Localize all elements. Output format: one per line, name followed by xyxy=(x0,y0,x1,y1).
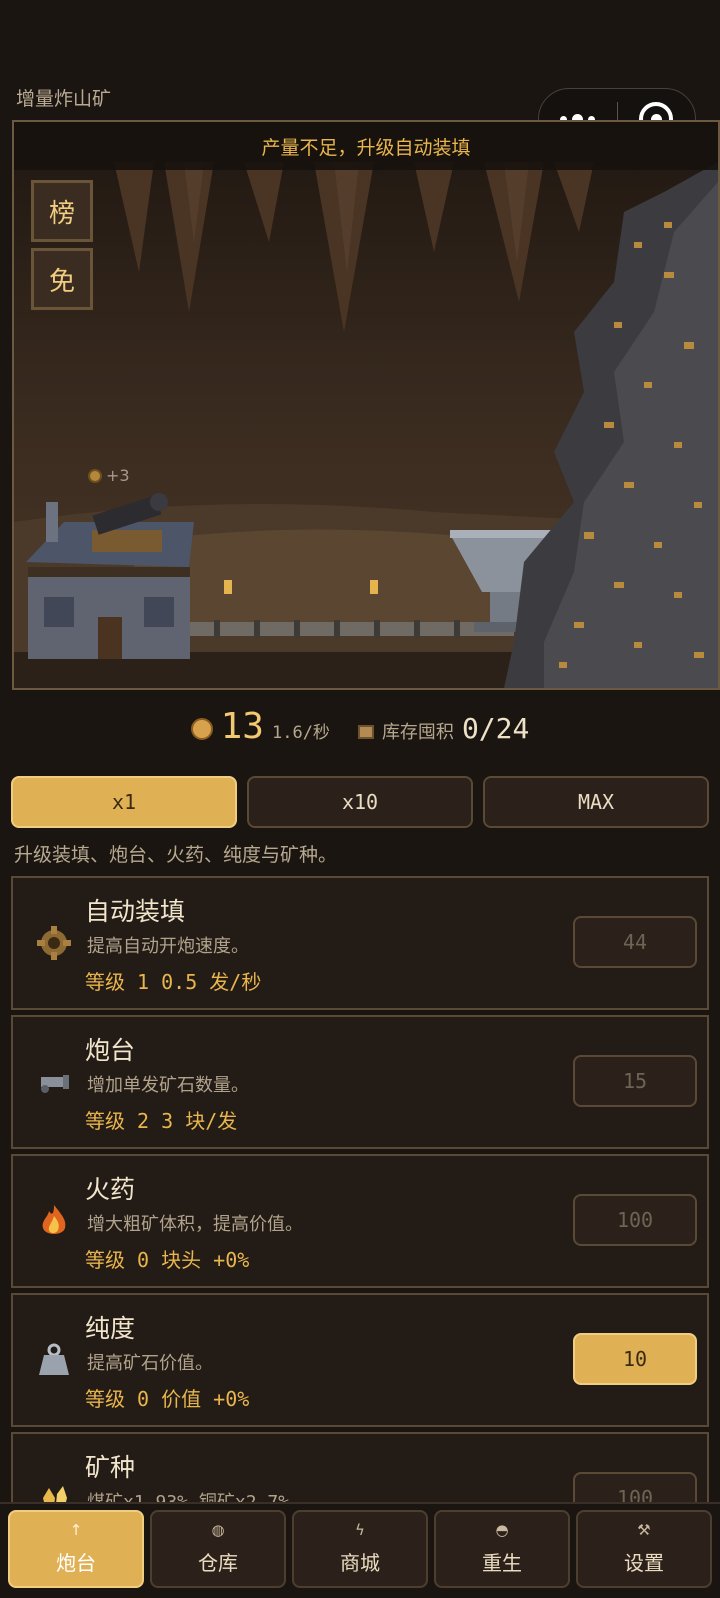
upgrade-level: 等级 0 价值 +0% xyxy=(85,1387,250,1411)
warehouse-icon: ◍ xyxy=(211,1520,225,1539)
tab-warehouse[interactable]: ◍ 仓库 xyxy=(150,1510,286,1588)
coin-icon xyxy=(190,718,213,740)
upgrade-level: 等级 2 3 块/发 xyxy=(85,1109,238,1133)
tab-label: 设置 xyxy=(624,1550,664,1575)
arrow-up-icon: ↑ xyxy=(69,1520,83,1539)
tab-label: 炮台 xyxy=(56,1550,96,1575)
coin-rate: 1.6/秒 xyxy=(271,723,330,743)
tab-label: 商城 xyxy=(340,1550,380,1575)
game-scene[interactable]: 产量不足，升级自动装填 榜 免 +3 xyxy=(12,120,720,690)
multiplier-selector: x1 x10 MAX xyxy=(11,776,709,828)
leaderboard-button[interactable]: 榜 xyxy=(31,180,93,242)
upgrade-level: 等级 1 0.5 发/秒 xyxy=(85,970,262,994)
upgrade-buy-button[interactable]: 44 xyxy=(573,916,697,968)
upgrade-name: 矿种 xyxy=(85,1453,136,1482)
upgrade-card-purity: 纯度 提高矿石价值。 等级 0 价值 +0% 10 xyxy=(11,1293,709,1427)
free-button[interactable]: 免 xyxy=(31,248,93,310)
upgrade-desc: 增加单发矿石数量。 xyxy=(87,1075,249,1096)
coin-gain-popup: +3 xyxy=(88,466,130,485)
upgrade-card-cannon: 炮台 增加单发矿石数量。 等级 2 3 块/发 15 xyxy=(11,1015,709,1149)
cave-illustration xyxy=(14,122,718,688)
multiplier-x10-button[interactable]: x10 xyxy=(247,776,473,828)
coin-gain-text: +3 xyxy=(106,466,130,485)
stock-label: 库存囤积 xyxy=(381,722,454,743)
tab-settings[interactable]: ⚒ 设置 xyxy=(576,1510,712,1588)
upgrade-hint: 升级装填、炮台、火药、纯度与矿种。 xyxy=(14,844,338,866)
stats-bar: 13 1.6/秒 库存囤积 0/24 xyxy=(0,706,720,747)
app-title: 增量炸山矿 xyxy=(16,88,112,110)
upgrade-name: 纯度 xyxy=(85,1314,136,1343)
wrench-icon: ⚒ xyxy=(637,1520,651,1539)
upgrade-buy-button[interactable]: 100 xyxy=(573,1194,697,1246)
multiplier-x1-button[interactable]: x1 xyxy=(11,776,237,828)
tab-label: 重生 xyxy=(482,1550,522,1575)
tab-shop[interactable]: ϟ 商城 xyxy=(292,1510,428,1588)
upgrade-name: 炮台 xyxy=(85,1036,136,1065)
bottom-nav: ↑ 炮台 ◍ 仓库 ϟ 商城 ◓ 重生 ⚒ 设置 xyxy=(0,1502,720,1598)
upgrade-desc: 提高自动开炮速度。 xyxy=(87,936,249,957)
coin-icon xyxy=(88,468,102,483)
upgrade-card-gunpowder: 火药 增大粗矿体积，提高价值。 等级 0 块头 +0% 100 xyxy=(11,1154,709,1288)
upgrade-name: 自动装填 xyxy=(85,897,186,926)
crate-icon xyxy=(357,725,374,739)
upgrade-desc: 提高矿石价值。 xyxy=(87,1353,213,1374)
upgrade-name: 火药 xyxy=(85,1175,136,1204)
helmet-icon: ◓ xyxy=(495,1520,509,1539)
upgrade-desc: 增大粗矿体积，提高价值。 xyxy=(87,1214,303,1235)
coin-count: 13 xyxy=(220,706,264,747)
upgrade-card-autoload: 自动装填 提高自动开炮速度。 等级 1 0.5 发/秒 44 xyxy=(11,876,709,1010)
cannon-icon xyxy=(41,1075,69,1093)
upgrade-level: 等级 0 块头 +0% xyxy=(85,1248,250,1272)
hint-banner: 产量不足，升级自动装填 xyxy=(14,122,718,170)
lightning-icon: ϟ xyxy=(355,1520,365,1539)
tab-cannon[interactable]: ↑ 炮台 xyxy=(8,1510,144,1588)
tab-rebirth[interactable]: ◓ 重生 xyxy=(434,1510,570,1588)
fire-icon xyxy=(42,1205,66,1234)
upgrade-buy-button[interactable]: 10 xyxy=(573,1333,697,1385)
multiplier-max-button[interactable]: MAX xyxy=(483,776,709,828)
tab-label: 仓库 xyxy=(198,1550,238,1575)
stock-value: 0/24 xyxy=(461,712,530,745)
gear-icon xyxy=(37,926,71,960)
weight-icon xyxy=(39,1343,69,1375)
upgrade-buy-button[interactable]: 15 xyxy=(573,1055,697,1107)
